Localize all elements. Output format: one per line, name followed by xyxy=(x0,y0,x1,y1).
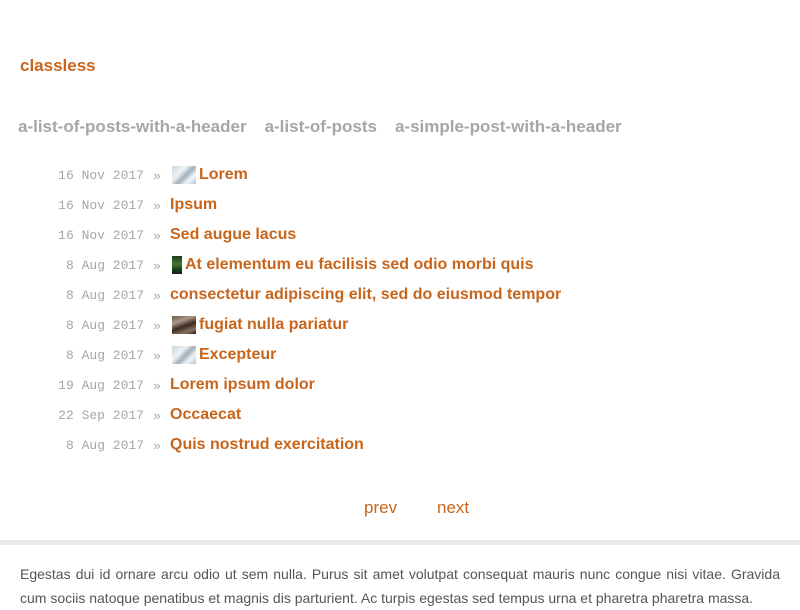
post-date: 16 Nov 2017 xyxy=(58,197,144,213)
top-nav: a-list-of-posts-with-a-header a-list-of-… xyxy=(18,117,622,137)
post-link[interactable]: Sed augue lacus xyxy=(170,225,296,245)
post-link[interactable]: Lorem ipsum dolor xyxy=(170,375,315,395)
post-list-item: 16 Nov 2017 » Lorem xyxy=(0,160,800,190)
post-link[interactable]: At elementum eu facilisis sed odio morbi… xyxy=(170,255,534,275)
post-title: At elementum eu facilisis sed odio morbi… xyxy=(185,256,534,273)
post-date: 22 Sep 2017 xyxy=(58,407,144,423)
post-title: Quis nostrud exercitation xyxy=(170,436,364,453)
post-date: 8 Aug 2017 xyxy=(65,347,144,363)
post-date: 19 Aug 2017 xyxy=(58,377,144,393)
snow-image-thumbnail xyxy=(172,346,196,364)
post-separator: » xyxy=(153,317,161,333)
post-title: Lorem ipsum dolor xyxy=(170,376,315,393)
post-list-item: 8 Aug 2017 » Excepteur xyxy=(0,340,800,370)
footer-divider xyxy=(0,540,800,545)
post-list-item: 8 Aug 2017 » fugiat nulla pariatur xyxy=(0,310,800,340)
post-title: Sed augue lacus xyxy=(170,226,297,243)
post-link[interactable]: Lorem xyxy=(170,165,248,185)
post-list-item: 8 Aug 2017 » consectetur adipiscing elit… xyxy=(0,280,800,310)
rocks-image-thumbnail xyxy=(172,316,196,334)
post-title: Occaecat xyxy=(170,406,242,423)
post-date: 8 Aug 2017 xyxy=(65,317,144,333)
post-date: 8 Aug 2017 xyxy=(65,257,144,273)
snow-image-thumbnail xyxy=(172,166,196,184)
nav-link-a-list-of-posts[interactable]: a-list-of-posts xyxy=(265,117,377,137)
post-separator: » xyxy=(153,407,161,423)
post-date: 16 Nov 2017 xyxy=(58,227,144,243)
post-title: consectetur adipiscing elit, sed do eius… xyxy=(170,286,562,303)
post-separator: » xyxy=(153,377,161,393)
post-link[interactable]: fugiat nulla pariatur xyxy=(170,315,348,335)
post-link[interactable]: Excepteur xyxy=(170,345,276,365)
post-list: 16 Nov 2017 » Lorem 16 Nov 2017 » Ipsum … xyxy=(0,160,800,460)
post-list-item: 16 Nov 2017 » Sed augue lacus xyxy=(0,220,800,250)
post-list-item: 22 Sep 2017 » Occaecat xyxy=(0,400,800,430)
post-link[interactable]: consectetur adipiscing elit, sed do eius… xyxy=(170,285,561,305)
post-date: 8 Aug 2017 xyxy=(65,287,144,303)
post-separator: » xyxy=(153,437,161,453)
forest-image-thumbnail xyxy=(172,256,182,274)
post-separator: » xyxy=(153,167,161,183)
footer-paragraph: Egestas dui id ornare arcu odio ut sem n… xyxy=(20,566,780,606)
post-title: fugiat nulla pariatur xyxy=(199,316,349,333)
next-page-link[interactable]: next xyxy=(437,498,469,518)
post-link[interactable]: Quis nostrud exercitation xyxy=(170,435,364,455)
post-separator: » xyxy=(153,257,161,273)
nav-link-a-simple-post-with-a-header[interactable]: a-simple-post-with-a-header xyxy=(395,117,622,137)
post-title: Lorem xyxy=(199,166,248,183)
nav-link-a-list-of-posts-with-a-header[interactable]: a-list-of-posts-with-a-header xyxy=(18,117,247,137)
post-separator: » xyxy=(153,227,161,243)
prev-page-link[interactable]: prev xyxy=(364,498,397,518)
post-list-item: 19 Aug 2017 » Lorem ipsum dolor xyxy=(0,370,800,400)
post-list-item: 8 Aug 2017 » At elementum eu facilisis s… xyxy=(0,250,800,280)
post-title: Ipsum xyxy=(170,196,218,213)
pagination: prev next xyxy=(0,498,800,520)
post-date: 8 Aug 2017 xyxy=(65,437,144,453)
site-title-link[interactable]: classless xyxy=(20,56,96,76)
post-link[interactable]: Occaecat xyxy=(170,405,241,425)
post-title: Excepteur xyxy=(199,346,277,363)
post-list-item: 8 Aug 2017 » Quis nostrud exercitation xyxy=(0,430,800,460)
post-list-item: 16 Nov 2017 » Ipsum xyxy=(0,190,800,220)
post-separator: » xyxy=(153,287,161,303)
post-link[interactable]: Ipsum xyxy=(170,195,217,215)
post-separator: » xyxy=(153,197,161,213)
post-separator: » xyxy=(153,347,161,363)
post-date: 16 Nov 2017 xyxy=(58,167,144,183)
